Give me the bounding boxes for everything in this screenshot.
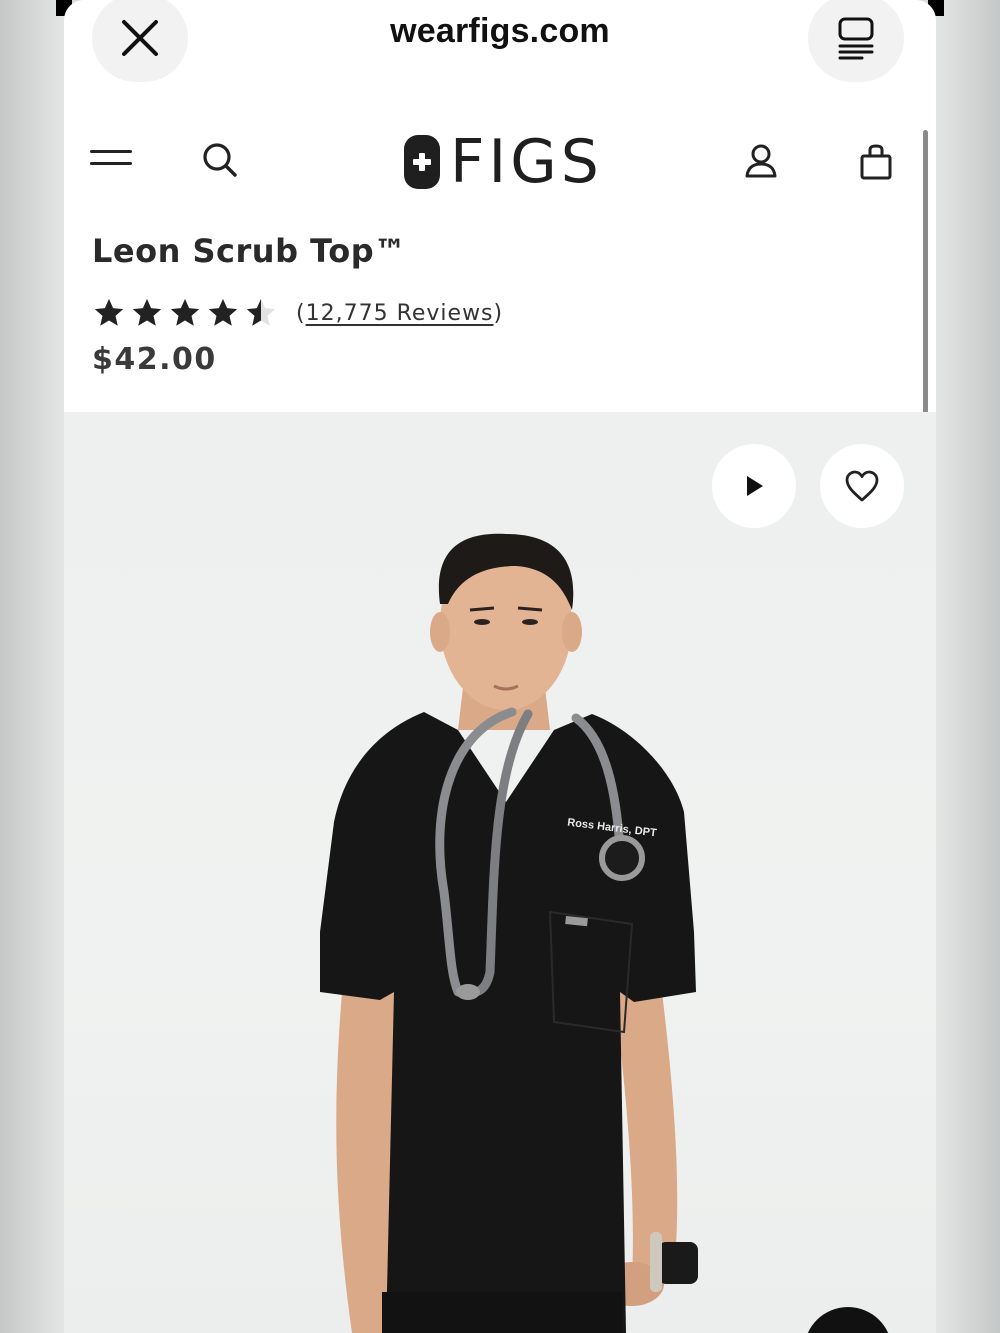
page-scrollbar[interactable] xyxy=(923,130,928,435)
star-icon xyxy=(170,298,200,326)
background-right xyxy=(936,0,1000,1333)
wishlist-button[interactable] xyxy=(820,444,904,528)
logo-text: FIGS xyxy=(450,127,603,197)
star-icon xyxy=(94,298,124,326)
address-bar-url[interactable]: wearfigs.com xyxy=(264,12,736,51)
close-icon xyxy=(122,20,158,56)
product-rating[interactable]: (12,775 Reviews) xyxy=(92,296,503,330)
figs-logo[interactable]: FIGS xyxy=(404,132,603,192)
play-icon xyxy=(747,476,763,496)
close-button[interactable] xyxy=(92,0,188,82)
search-icon[interactable] xyxy=(200,140,240,180)
reader-mode-button[interactable] xyxy=(808,0,904,82)
half-star-icon xyxy=(246,298,276,326)
reader-mode-icon xyxy=(838,17,874,60)
heart-icon xyxy=(845,470,879,502)
product-title: Leon Scrub Top™ xyxy=(92,232,407,270)
star-icon xyxy=(208,298,238,326)
star-rating xyxy=(92,296,278,330)
product-price: $42.00 xyxy=(92,342,217,377)
product-image[interactable]: Ross Harris, DPT xyxy=(64,412,936,1333)
logo-cross-icon xyxy=(404,135,440,189)
hamburger-menu-icon[interactable] xyxy=(90,148,134,176)
background-left xyxy=(0,0,64,1333)
chat-button[interactable] xyxy=(804,1307,892,1333)
model-photo xyxy=(320,533,698,1333)
browser-viewport: wearfigs.com FIGS Leon Scrub Top™ (12,77… xyxy=(64,0,936,1333)
reviews-link[interactable]: (12,775 Reviews) xyxy=(296,301,503,326)
play-video-button[interactable] xyxy=(712,444,796,528)
site-header: FIGS xyxy=(64,118,936,208)
account-icon[interactable] xyxy=(742,142,780,180)
star-icon xyxy=(132,298,162,326)
shopping-bag-icon[interactable] xyxy=(857,142,895,182)
